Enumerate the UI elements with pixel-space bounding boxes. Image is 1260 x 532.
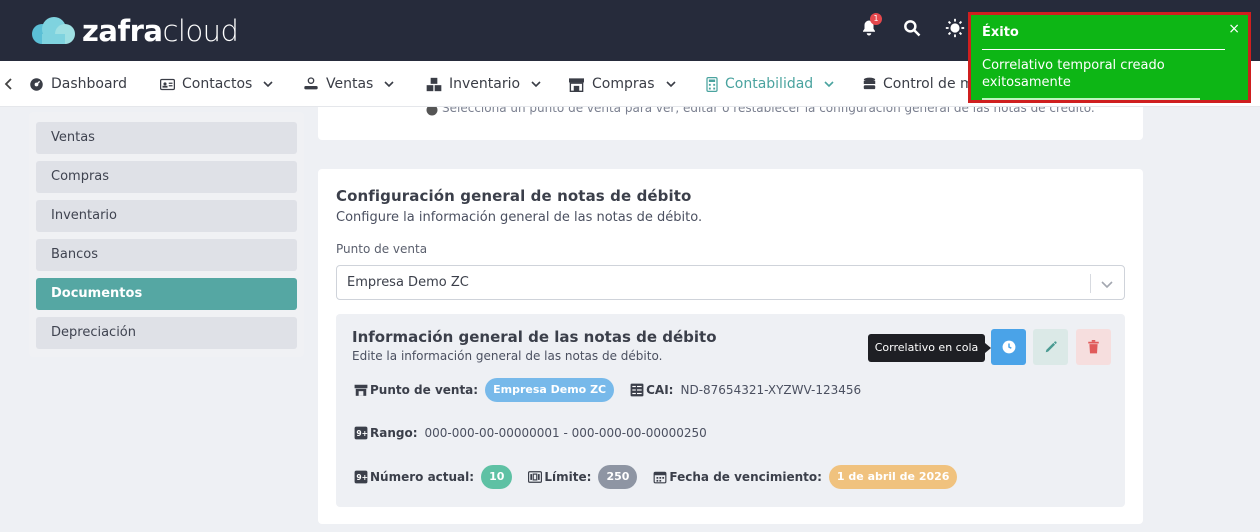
pos-badge: Empresa Demo ZC [485, 378, 615, 402]
delete-button[interactable] [1076, 329, 1111, 365]
nav-dashboard[interactable]: Dashboard [29, 61, 127, 107]
nine-plus-icon: 9+ [354, 426, 368, 440]
bell-icon[interactable]: 1 [860, 13, 882, 38]
pos-select[interactable]: Empresa Demo ZC [336, 265, 1125, 300]
svg-text:9+: 9+ [356, 429, 368, 438]
credit-notes-card-bottom: Selecciona un punto de venta para ver, e… [318, 107, 1143, 140]
boxes-icon [426, 77, 442, 91]
page-subtitle: Configure la información general de las … [336, 210, 703, 225]
database-icon [863, 77, 876, 90]
pos-label: Punto de venta: [370, 383, 479, 397]
logo[interactable]: zafracloud [30, 14, 239, 48]
limit-label: Límite: [544, 470, 592, 484]
notification-badge: 1 [870, 13, 882, 25]
info-row-range: 9+ Rango: 000-000-00-00000001 - 000-000-… [354, 426, 707, 440]
sidebar-item-bancos[interactable]: Bancos [36, 239, 297, 271]
range-label: Rango: [370, 426, 418, 440]
cai-list-icon [630, 383, 644, 397]
pos-select-value: Empresa Demo ZC [347, 275, 469, 290]
nav-scroll-left-icon[interactable] [4, 74, 16, 94]
cai-label: CAI: [646, 383, 674, 397]
select-separator [1090, 274, 1091, 293]
nav-contabilidad-label: Contabilidad [725, 76, 814, 92]
toast-progress-bar [982, 98, 1200, 100]
pencil-icon [1045, 341, 1057, 353]
nav-inventario[interactable]: Inventario [426, 61, 541, 107]
nav-compras-label: Compras [592, 76, 655, 92]
nav-contactos[interactable]: Contactos [160, 61, 273, 107]
expiry-label: Fecha de vencimiento: [669, 470, 822, 484]
sidebar-item-ventas[interactable]: Ventas [36, 122, 297, 154]
nav-compras[interactable]: Compras [568, 61, 676, 107]
limit-icon [528, 471, 543, 483]
settings-sidebar: Ventas Compras Inventario Bancos Documen… [29, 112, 304, 357]
close-icon[interactable]: × [1228, 21, 1240, 37]
cai-value: ND-87654321-XYZWV-123456 [680, 383, 862, 397]
info-title: Información general de las notas de débi… [352, 328, 717, 346]
nav-contabilidad[interactable]: Contabilidad [706, 61, 834, 107]
range-value: 000-000-00-00000001 - 000-000-00-0000025… [424, 426, 707, 440]
chevron-down-icon [824, 81, 834, 88]
svg-text:9+: 9+ [356, 473, 368, 482]
cloud-logo-icon [32, 17, 75, 44]
nav-contactos-label: Contactos [182, 76, 253, 92]
chevron-down-icon [263, 81, 273, 88]
info-subtitle: Edite la información general de las nota… [352, 349, 663, 363]
chevron-down-icon [665, 81, 676, 88]
chevron-down-icon[interactable] [1100, 277, 1114, 291]
current-number-label: Número actual: [370, 470, 475, 484]
queued-correlative-button[interactable] [991, 329, 1026, 365]
credit-notes-hint: Selecciona un punto de venta para ver, e… [442, 107, 1095, 115]
nav-ventas[interactable]: Ventas [303, 61, 394, 107]
toast-message: Correlativo temporal creado exitosamente [982, 58, 1165, 90]
sidebar-item-depreciacion[interactable]: Depreciación [36, 317, 297, 349]
search-icon[interactable] [902, 16, 924, 38]
contact-card-icon [160, 78, 175, 90]
queued-correlative-tooltip: Correlativo en cola [868, 334, 991, 362]
page-title: Configuración general de notas de débito [336, 187, 692, 205]
sidebar-item-compras[interactable]: Compras [36, 161, 297, 193]
debit-notes-info-panel: Información general de las notas de débi… [336, 314, 1125, 507]
calendar-icon [654, 471, 667, 484]
nav-dashboard-label: Dashboard [51, 76, 127, 92]
chevron-down-icon [531, 81, 541, 88]
toast-divider [982, 49, 1225, 50]
clock-icon [1002, 340, 1015, 354]
info-row-numbers: 9+ Número actual: 10 Límite: 250 Fecha d… [354, 465, 958, 489]
store-icon [569, 77, 584, 92]
hand-money-icon [304, 77, 318, 90]
store-icon [354, 384, 368, 396]
sidebar-item-inventario[interactable]: Inventario [36, 200, 297, 232]
nav-control-de-me[interactable]: Control de me [863, 61, 982, 107]
current-number-badge: 10 [481, 465, 513, 489]
chevron-down-icon [384, 81, 394, 88]
logo-text: zafracloud [82, 14, 239, 48]
toast-title: Éxito [982, 25, 1019, 40]
trash-icon [1088, 340, 1099, 354]
theme-sun-icon[interactable] [944, 16, 966, 38]
edit-button[interactable] [1033, 329, 1068, 365]
success-toast: Éxito × Correlativo temporal creado exit… [968, 12, 1251, 103]
sidebar-item-documentos[interactable]: Documentos [36, 278, 297, 310]
info-row-pos-cai: Punto de venta: Empresa Demo ZC CAI: ND-… [354, 378, 861, 402]
debit-notes-config-card: Configuración general de notas de débito… [318, 169, 1143, 524]
info-icon [426, 107, 438, 116]
dashboard-gauge-icon [30, 77, 43, 91]
expiry-badge: 1 de abril de 2026 [828, 465, 958, 489]
nav-ventas-label: Ventas [326, 76, 374, 92]
calculator-icon [706, 76, 718, 92]
pos-select-label: Punto de venta [336, 242, 428, 256]
limit-badge: 250 [598, 465, 638, 489]
nine-plus-icon: 9+ [354, 470, 368, 484]
nav-inventario-label: Inventario [449, 76, 521, 92]
